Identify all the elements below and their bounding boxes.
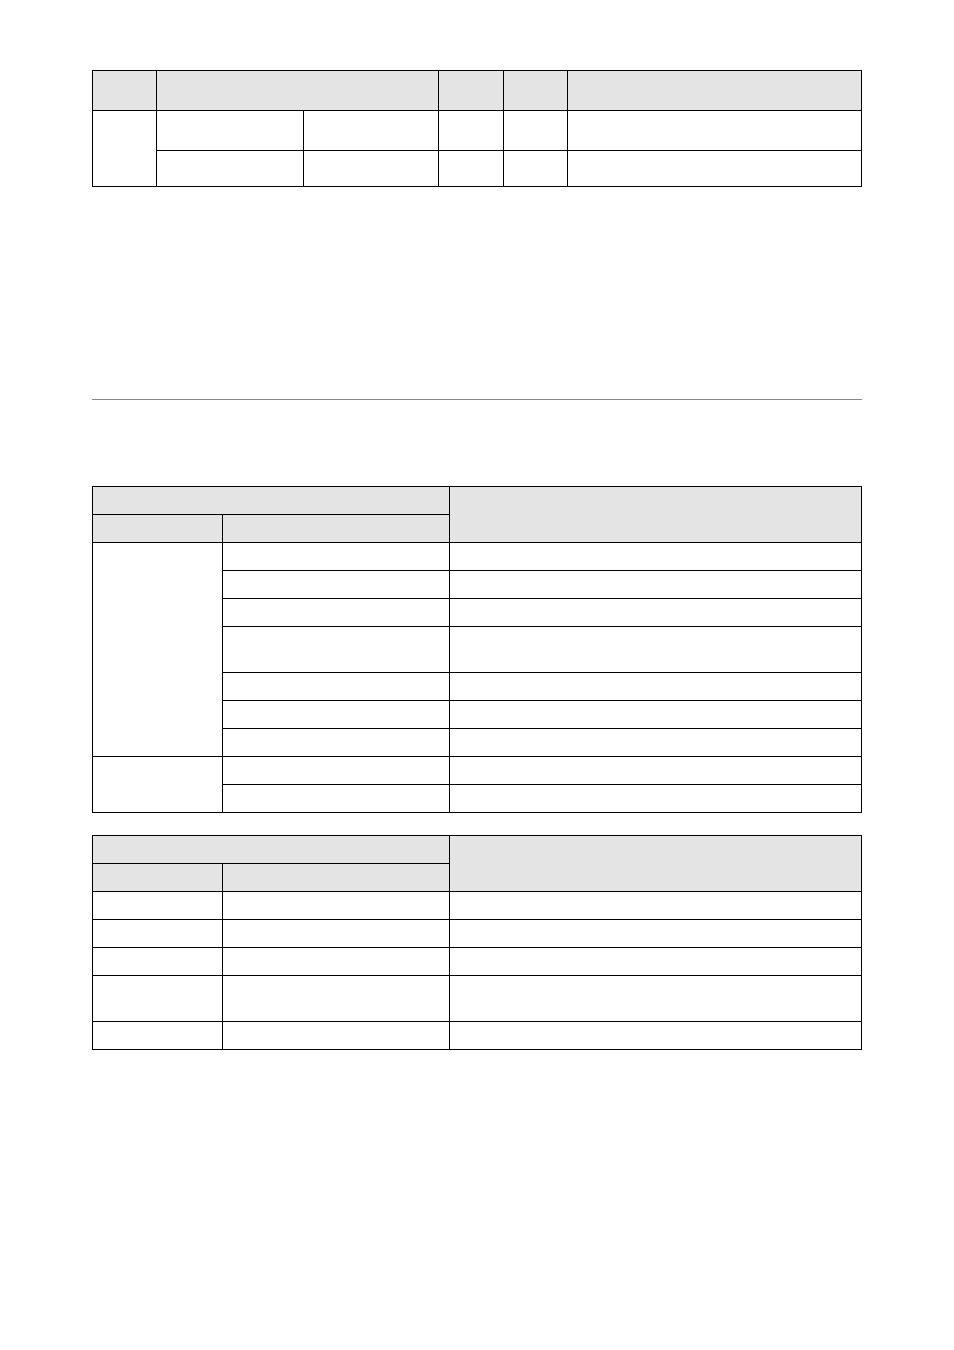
table-header-cell [93,836,450,864]
table-cell [93,892,223,920]
table-cell [304,111,439,151]
table-cell [223,785,450,813]
table-header-cell [504,71,568,111]
table-cell [223,571,450,599]
table-header-cell [439,71,504,111]
table-header-cell [93,515,223,543]
table-cell [93,1022,223,1050]
table-cell [223,976,450,1022]
table-cell [504,111,568,151]
table-header-cell [223,864,450,892]
table-cell [450,892,862,920]
table-cell [450,571,862,599]
table-cell [568,151,862,187]
table-cell [450,729,862,757]
table-cell [450,701,862,729]
table-cell [450,627,862,673]
table-row [93,71,862,111]
table-header-cell [223,515,450,543]
table-cell [223,757,450,785]
table-cell [450,976,862,1022]
table-cell [223,892,450,920]
table-row [93,836,862,864]
table-cell [450,1022,862,1050]
table-cell [304,151,439,187]
table-cell [223,599,450,627]
table-cell [450,599,862,627]
table-header-cell [93,71,157,111]
table-row [93,948,862,976]
table-row [93,543,862,571]
table-1 [92,70,862,187]
table-cell [93,920,223,948]
table-cell [223,673,450,701]
table-cell [450,948,862,976]
table-row [93,892,862,920]
section-heading [92,399,862,400]
table-cell [504,151,568,187]
table-3 [92,835,862,1050]
table-cell [450,757,862,785]
table-cell [93,543,223,757]
table-cell [450,673,862,701]
table-cell [223,948,450,976]
table-row [93,487,862,515]
table-cell [223,1022,450,1050]
table-cell [223,627,450,673]
table-cell [223,729,450,757]
table-cell [223,920,450,948]
table-header-cell [450,836,862,892]
table-cell [223,543,450,571]
table-cell [450,543,862,571]
table-row [93,1022,862,1050]
table-header-cell [93,864,223,892]
table-cell [93,948,223,976]
table-cell [568,111,862,151]
table-row [93,151,862,187]
table-cell [93,757,223,813]
table-2 [92,486,862,813]
table-header-cell [450,487,862,543]
table-cell [223,701,450,729]
table-row [93,976,862,1022]
table-row [93,920,862,948]
table-cell [439,111,504,151]
table-cell [93,111,157,187]
table-cell [450,920,862,948]
table-row [93,757,862,785]
table-cell [157,111,304,151]
table-cell [450,785,862,813]
table-cell [439,151,504,187]
table-row [93,111,862,151]
table-cell [93,976,223,1022]
table-cell [157,151,304,187]
table-header-cell [157,71,439,111]
table-header-cell [93,487,450,515]
table-header-cell [568,71,862,111]
